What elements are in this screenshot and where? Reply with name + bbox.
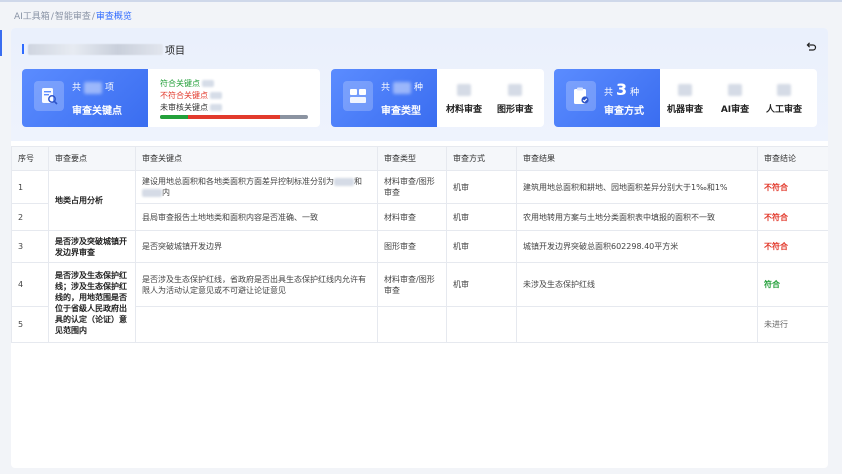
review-overview-panel: 项目 共项 审查关键点 符合关键点 不符合关键点 未审核关键点 共 种 审查类型… [11, 28, 828, 468]
progress-segment-noncompliant [188, 115, 280, 119]
left-accent-bar [0, 30, 2, 56]
title-accent-bar [22, 44, 24, 54]
clipboard-check-icon [566, 81, 596, 111]
col-method: 审查方式 [446, 146, 517, 171]
review-types-label: 审查类型 [381, 106, 421, 117]
conclusion-badge: 不符合 [757, 203, 828, 231]
table-row: 3 是否涉及突破城镇开发边界审查 是否突破城镇开发边界 图形审查 机审 城镇开发… [11, 230, 828, 263]
key-point-cell: 建设用地总面积和各地类面积方面差异控制标准分别为和内 [135, 170, 378, 204]
method-manual[interactable]: 人工审查 [762, 84, 806, 115]
breadcrumb-current: 审查概览 [95, 12, 132, 22]
undo-icon [806, 42, 817, 51]
table-header-row: 序号 审查要点 审查关键点 审查类型 审查方式 审查结果 审查结论 [11, 146, 828, 171]
table-row: 4 是否涉及生态保护红线；涉及生态保护红线的，用地范围是否位于省级人民政府出具的… [11, 262, 828, 343]
review-methods-count: 共3种 [604, 80, 640, 99]
col-conclusion: 审查结论 [757, 146, 828, 171]
redacted-project-name [28, 44, 163, 55]
project-title: 项目 [28, 42, 185, 57]
breadcrumb: AI工具箱/智能审查/审查概览 [14, 12, 132, 22]
redacted-count [393, 81, 412, 94]
grid-icon [343, 81, 373, 111]
summary-header: 项目 共项 审查关键点 符合关键点 不符合关键点 未审核关键点 共 种 审查类型… [11, 28, 828, 141]
col-key: 审查关键点 [135, 146, 378, 171]
back-button[interactable] [805, 41, 817, 56]
table-row: 1 地类占用分析 建设用地总面积和各地类面积方面差异控制标准分别为和内 材料审查… [11, 170, 828, 231]
group-land-use: 地类占用分析 [48, 170, 136, 231]
review-methods-card: 共3种 审查方式 机器审查 AI审查 人工审查 [554, 69, 817, 127]
key-points-count: 共项 [72, 81, 115, 94]
review-table: 序号 审查要点 审查关键点 审查类型 审查方式 审查结果 审查结论 1 地类占用… [11, 146, 828, 343]
legend-compliant: 符合关键点 [160, 78, 214, 89]
conclusion-badge: 不符合 [757, 230, 828, 263]
document-search-icon [34, 81, 64, 111]
type-graphic[interactable]: 图形审查 [495, 84, 535, 115]
col-no: 序号 [11, 146, 49, 171]
breadcrumb-item-ai-tools[interactable]: AI工具箱 [14, 12, 50, 22]
conclusion-badge: 不符合 [757, 170, 828, 204]
breadcrumb-item-smart-review[interactable]: 智能审查 [55, 12, 91, 22]
review-methods-label: 审查方式 [604, 106, 644, 117]
key-points-label: 审查关键点 [72, 106, 122, 117]
col-result: 审查结果 [516, 146, 758, 171]
col-type: 审查类型 [377, 146, 447, 171]
redacted-count [84, 81, 103, 94]
group-boundary: 是否涉及突破城镇开发边界审查 [48, 230, 136, 263]
method-ai[interactable]: AI审查 [717, 84, 753, 115]
conclusion-badge: 符合 [757, 262, 828, 307]
key-points-blue-panel: 共项 审查关键点 [22, 69, 148, 127]
key-points-card: 共项 审查关键点 符合关键点 不符合关键点 未审核关键点 [22, 69, 320, 127]
legend-noncompliant: 不符合关键点 [160, 90, 222, 101]
review-types-card: 共种 审查类型 材料审查 图形审查 [331, 69, 544, 127]
col-point: 审查要点 [48, 146, 136, 171]
review-types-blue-panel: 共种 审查类型 [331, 69, 437, 127]
conclusion-badge: 未进行 [757, 306, 828, 343]
group-ecology: 是否涉及生态保护红线；涉及生态保护红线的，用地范围是否位于省级人民政府出具的认定… [48, 262, 136, 343]
progress-segment-compliant [160, 115, 188, 119]
review-methods-blue-panel: 共3种 审查方式 [554, 69, 660, 127]
type-material[interactable]: 材料审查 [445, 84, 483, 115]
legend-unreviewed: 未审核关键点 [160, 102, 222, 113]
method-machine[interactable]: 机器审查 [664, 84, 706, 115]
review-types-count: 共种 [381, 81, 424, 94]
key-points-progress-bar [160, 115, 308, 119]
top-border [0, 0, 842, 2]
